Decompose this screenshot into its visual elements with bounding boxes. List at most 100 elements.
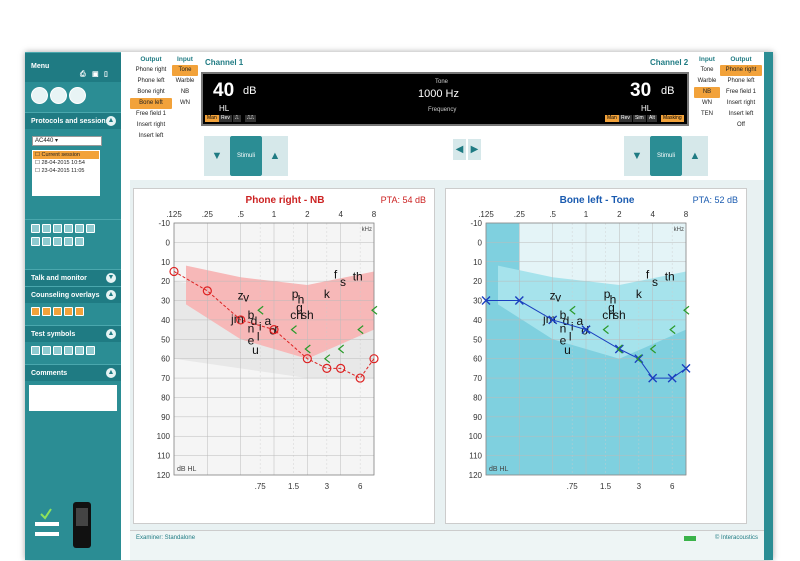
speech-letter: v	[243, 291, 249, 305]
copy-icon[interactable]	[86, 224, 95, 233]
check-icon[interactable]	[75, 237, 84, 246]
input-option[interactable]: TEN	[694, 109, 720, 120]
talk-header[interactable]: Talk and monitor ▼	[25, 269, 121, 286]
test-symbols-header[interactable]: Test symbols ▲	[25, 325, 121, 342]
session-item[interactable]: ☐ 28-04-2015 10:54	[33, 159, 99, 167]
hf-icon[interactable]	[31, 224, 40, 233]
masking-button[interactable]: Masking	[661, 115, 684, 122]
symbol-icon[interactable]	[31, 346, 40, 355]
ml-icon[interactable]	[42, 224, 51, 233]
ch2-stimuli-button[interactable]: Stimuli	[650, 136, 682, 176]
output-option[interactable]: Off	[720, 120, 762, 131]
comments-field[interactable]	[29, 385, 117, 411]
collapse-icon[interactable]: ▲	[106, 116, 116, 126]
input-option[interactable]: WN	[694, 98, 720, 109]
speech-letter: sh	[301, 308, 314, 322]
input-option[interactable]: Tone	[694, 65, 720, 76]
top-tick: 8	[684, 210, 689, 219]
collapse-icon[interactable]: ▲	[106, 329, 116, 339]
collapse-icon[interactable]: ▲	[106, 368, 116, 378]
pulse2-button[interactable]: ⎍⎍	[245, 115, 257, 122]
session-item[interactable]: ☐ Current session	[33, 151, 99, 159]
stat-icon[interactable]	[53, 237, 62, 246]
output-option[interactable]: Phone right	[130, 65, 172, 76]
input-option[interactable]: WN	[172, 98, 198, 109]
brand-label: © Interacoustics	[714, 535, 758, 541]
overlay-icon[interactable]	[53, 307, 62, 316]
sim-button[interactable]: Sim	[633, 115, 646, 122]
output-option[interactable]: Free field 1	[720, 87, 762, 98]
menu-header[interactable]: Menu ⎙ ▣ ▯	[25, 52, 121, 82]
output-option[interactable]: Bone right	[130, 87, 172, 98]
output-option[interactable]: Free field 1	[130, 109, 172, 120]
symbol-icon[interactable]	[64, 346, 73, 355]
symbol-icon[interactable]	[42, 346, 51, 355]
ch1-unit: dB	[243, 85, 257, 97]
ch2-down-button[interactable]: ▼	[624, 136, 650, 176]
auto-icon[interactable]	[69, 87, 86, 104]
output-option-selected[interactable]: Bone left	[130, 98, 172, 109]
chart-icon[interactable]	[31, 237, 40, 246]
symbol-icon[interactable]	[53, 346, 62, 355]
output-option[interactable]: Insert right	[130, 120, 172, 131]
top-tick: 2	[617, 210, 622, 219]
symbol-icon[interactable]	[86, 346, 95, 355]
output-option[interactable]: Phone left	[720, 76, 762, 87]
ch1-down-button[interactable]: ▼	[204, 136, 230, 176]
left-audiogram[interactable]: Phone right - NB PTA: 54 dB kHz dB HL .125 .2…	[134, 189, 436, 525]
comments-header[interactable]: Comments ▲	[25, 364, 121, 381]
output-option[interactable]: Insert right	[720, 98, 762, 109]
prev-frequency-button[interactable]: ◀	[453, 139, 466, 160]
save-icon[interactable]: ▣	[92, 61, 99, 89]
print-icon[interactable]: ⎙	[80, 61, 86, 89]
man-button[interactable]: Man	[605, 115, 619, 122]
next-frequency-button[interactable]: ▶	[468, 139, 481, 160]
counseling-header[interactable]: Counseling overlays ▲	[25, 286, 121, 303]
speech-icon[interactable]	[50, 87, 67, 104]
output-option[interactable]: Insert left	[720, 109, 762, 120]
exit-icon[interactable]: ▯	[104, 61, 108, 89]
input-option-selected[interactable]: NB	[694, 87, 720, 98]
alt-button[interactable]: Alt	[647, 115, 657, 122]
bottom-tick: .75	[255, 482, 267, 491]
output-option[interactable]: Insert left	[130, 131, 172, 142]
protocols-header[interactable]: Protocols and sessions ▲	[25, 112, 121, 129]
output-option[interactable]: Phone left	[130, 76, 172, 87]
right-audiogram[interactable]: Bone left - Tone PTA: 52 dB kHz dB HL .125 .2…	[446, 189, 748, 525]
input-option[interactable]: Warble	[172, 76, 198, 87]
y-tick: 0	[166, 238, 171, 247]
protocol-select[interactable]: AC440 ▾	[32, 136, 102, 146]
session-label: Current session	[41, 152, 80, 158]
input-option-selected[interactable]: Tone	[172, 65, 198, 76]
speech-letter: u	[564, 343, 571, 357]
overlay-icon[interactable]	[31, 307, 40, 316]
pulse-button[interactable]: ⎍	[233, 115, 241, 122]
page-icon[interactable]	[75, 224, 84, 233]
output-option-selected[interactable]: Phone right	[720, 65, 762, 76]
collapse-icon[interactable]: ▲	[106, 290, 116, 300]
overlay-icon[interactable]	[75, 307, 84, 316]
audiometry-icon[interactable]	[31, 87, 48, 104]
session-item[interactable]: ☐ 23-04-2015 11:05	[33, 167, 99, 175]
top-tick: 1	[584, 210, 589, 219]
input-option[interactable]: NB	[172, 87, 198, 98]
rev-button[interactable]: Rev	[219, 115, 232, 122]
grid-icon[interactable]	[53, 224, 62, 233]
cursor-icon[interactable]	[42, 237, 51, 246]
ch1-output-list: Output Phone right Phone left Bone right…	[130, 54, 172, 142]
ch2-up-button[interactable]: ▲	[682, 136, 708, 176]
man-button[interactable]: Man	[205, 115, 219, 122]
top-tick: 4	[650, 210, 655, 219]
edit-icon[interactable]	[64, 224, 73, 233]
ch1-stimuli-button[interactable]: Stimuli	[230, 136, 262, 176]
input-option[interactable]: Warble	[694, 76, 720, 87]
chart-title: Phone right - NB	[246, 195, 325, 206]
overlay-icon[interactable]	[42, 307, 51, 316]
rev-button[interactable]: Rev	[619, 115, 632, 122]
link-icon[interactable]	[64, 237, 73, 246]
overlay-icon[interactable]	[64, 307, 73, 316]
bottom-tick: 6	[358, 482, 363, 491]
symbol-icon[interactable]	[75, 346, 84, 355]
expand-icon[interactable]: ▼	[106, 273, 116, 283]
ch1-up-button[interactable]: ▲	[262, 136, 288, 176]
